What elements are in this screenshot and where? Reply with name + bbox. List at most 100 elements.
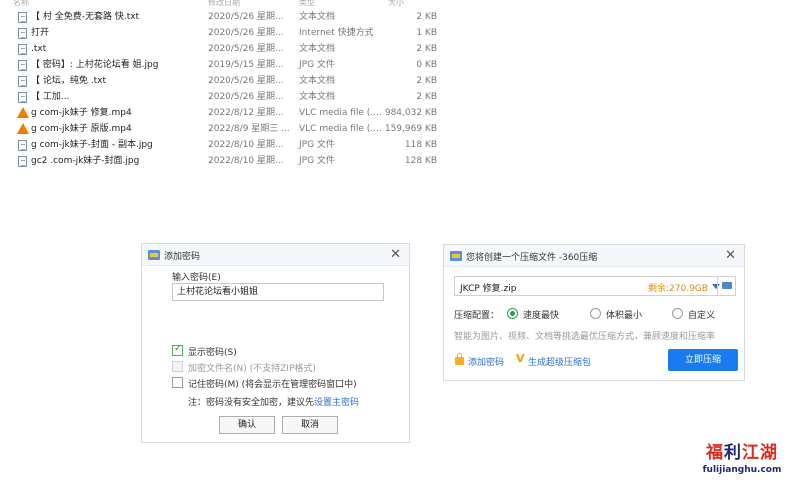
vlc-icon [17, 123, 29, 134]
file-date: 2022/8/9 星期三 ... [208, 124, 290, 134]
file-row[interactable]: g com-jk妹子 修复.mp4 2022/8/12 星期... VLC medi… [0, 105, 460, 121]
file-type: 文本文档 [299, 12, 336, 22]
file-size: 118 KB [404, 140, 437, 150]
file-size: 2 KB [416, 44, 437, 54]
watermark-logo: 福利江湖 fulijianghu.com [688, 442, 796, 486]
remember-password-checkbox[interactable] [172, 377, 183, 388]
file-row[interactable]: g com-jk妹子 原版.mp4 2022/8/9 星期三 ... VLC med… [0, 121, 460, 137]
option-custom-label: 自定义 [688, 311, 716, 321]
file-name: g com-jk妹子 修复.mp4 [31, 108, 132, 118]
folder-icon[interactable] [717, 277, 735, 295]
archive-filename[interactable]: JKCP 修复.zip [460, 281, 516, 294]
file-size: 0 KB [416, 60, 437, 70]
file-name: 【 村 全免费-无套路 快.txt [31, 12, 140, 22]
file-name: 【 密码】: 上村花论坛看 姐.jpg [31, 60, 159, 70]
header-type[interactable]: 类型 [299, 0, 315, 8]
compression-hint: 智能为图片、视频、文档等挑选最优压缩方式，兼顾速度和压缩率 [454, 332, 716, 342]
encrypt-filenames-label: 加密文件名(N) (不支持ZIP格式) [188, 364, 316, 374]
screen: 名称 修改日期 类型 大小 【 村 全免费-无套路 快.txt 2020/5/26… [0, 0, 800, 488]
security-note: 注：密码没有安全加密，建议先设置主密码 [188, 395, 359, 408]
radio-custom[interactable] [672, 308, 683, 319]
add-password-link[interactable]: 添加密码 [468, 355, 504, 368]
lock-icon [455, 353, 464, 365]
option-fastest-label: 速度最快 [523, 311, 560, 321]
file-type: JPG 文件 [299, 60, 335, 70]
archive-path-field[interactable]: JKCP 修复.zip 剩余:270.9GB [454, 276, 736, 296]
dialog-title: 您将创建一个压缩文件 -360压缩 [466, 253, 598, 263]
archive-icon [148, 250, 160, 260]
file-size: 128 KB [404, 156, 437, 166]
file-type: JPG 文件 [299, 156, 335, 166]
add-password-dialog: 添加密码 ✕ 输入密码(E) 上村花论坛看小姐姐 显示密码(S) 加密文件名(N… [141, 243, 410, 443]
set-master-password-link[interactable]: 设置主密码 [314, 398, 359, 408]
free-space: 剩余:270.9GB [648, 284, 708, 294]
file-row[interactable]: gc2 .com-jk妹子-封面.jpg 2022/8/10 星期... JPG 文… [0, 153, 460, 169]
password-label: 输入密码(E) [172, 273, 221, 283]
image-file-icon [18, 140, 27, 151]
file-row[interactable]: 【 村 全免费-无套路 快.txt 2020/5/26 星期... 文本文档 2 KB [0, 9, 460, 25]
file-name: 【 工加... [31, 92, 70, 102]
close-icon[interactable]: ✕ [725, 248, 736, 263]
show-password-checkbox[interactable] [172, 343, 183, 356]
file-list: 名称 修改日期 类型 大小 【 村 全免费-无套路 快.txt 2020/5/26… [0, 0, 460, 169]
ok-button[interactable]: 确认 [219, 416, 275, 434]
remember-password-label: 记住密码(M) (将会显示在管理密码窗口中) [188, 380, 357, 390]
file-date: 2022/8/10 星期... [208, 156, 284, 166]
file-rows: 【 村 全免费-无套路 快.txt 2020/5/26 星期... 文本文档 2 KB… [0, 9, 460, 169]
file-row[interactable]: g com-jk妹子-封面 - 副本.jpg 2022/8/10 星期... JPG… [0, 137, 460, 153]
cancel-button[interactable]: 取消 [282, 416, 338, 434]
file-date: 2020/5/26 星期... [208, 28, 284, 38]
file-type: VLC media file (.... [299, 124, 382, 134]
file-date: 2020/5/26 星期... [208, 76, 284, 86]
file-name: 打开 [31, 28, 50, 38]
text-file-icon [18, 92, 27, 103]
encrypt-filenames-checkbox[interactable] [172, 361, 183, 372]
file-name: .txt [31, 44, 47, 54]
vlc-icon [17, 107, 29, 118]
file-row[interactable]: 【 工加... 2020/5/26 星期... 文本文档 2 KB [0, 89, 460, 105]
file-type: Internet 快捷方式 [299, 28, 374, 38]
text-file-icon [18, 44, 27, 55]
file-size: 2 KB [416, 92, 437, 102]
file-row[interactable]: 【 密码】: 上村花论坛看 姐.jpg 2019/5/15 星期... JPG 文件… [0, 57, 460, 73]
file-date: 2019/5/15 星期... [208, 60, 284, 70]
image-file-icon [18, 156, 27, 167]
header-date[interactable]: 修改日期 [208, 0, 240, 8]
dialog-title: 添加密码 [164, 252, 201, 262]
file-row[interactable]: .txt 2020/5/26 星期... 文本文档 2 KB [0, 41, 460, 57]
file-type: VLC media file (.... [299, 108, 382, 118]
create-archive-dialog: 您将创建一个压缩文件 -360压缩 ✕ JKCP 修复.zip 剩余:270.9… [443, 244, 745, 381]
file-date: 2020/5/26 星期... [208, 44, 284, 54]
super-zip-link[interactable]: 生成超级压缩包 [528, 355, 591, 368]
archive-icon [450, 251, 462, 261]
header-size[interactable]: 大小 [388, 0, 404, 8]
super-zip-icon: V [516, 352, 525, 365]
file-size: 984,032 KB [384, 108, 437, 118]
internet-shortcut-icon [18, 28, 27, 39]
file-name: g com-jk妹子-封面 - 副本.jpg [31, 140, 153, 150]
close-icon[interactable]: ✕ [390, 247, 401, 262]
file-name: gc2 .com-jk妹子-封面.jpg [31, 156, 140, 166]
file-type: 文本文档 [299, 44, 336, 54]
start-compress-button[interactable]: 立即压缩 [668, 349, 738, 371]
dialog-titlebar: 您将创建一个压缩文件 -360压缩 ✕ [444, 245, 744, 267]
text-file-icon [18, 12, 27, 23]
header-name[interactable]: 名称 [13, 0, 29, 8]
file-type: 文本文档 [299, 92, 336, 102]
file-name: g com-jk妹子 原版.mp4 [31, 124, 132, 134]
radio-fastest[interactable] [507, 308, 518, 319]
file-row[interactable]: 【 论坛，纯免 .txt 2020/5/26 星期... 文本文档 2 KB [0, 73, 460, 89]
file-type: JPG 文件 [299, 140, 335, 150]
dialog-titlebar: 添加密码 ✕ [142, 244, 409, 266]
config-label: 压缩配置： [454, 311, 500, 321]
file-row[interactable]: 打开 2020/5/26 星期... Internet 快捷方式 1 KB [0, 25, 460, 41]
file-size: 2 KB [416, 12, 437, 22]
file-date: 2020/5/26 星期... [208, 92, 284, 102]
text-file-icon [18, 76, 27, 87]
radio-smallest[interactable] [590, 308, 601, 319]
file-date: 2022/8/12 星期... [208, 108, 284, 118]
file-list-header: 名称 修改日期 类型 大小 [0, 0, 460, 9]
show-password-label: 显示密码(S) [188, 348, 237, 358]
password-input[interactable]: 上村花论坛看小姐姐 [172, 283, 384, 301]
file-size: 159,969 KB [384, 124, 437, 134]
